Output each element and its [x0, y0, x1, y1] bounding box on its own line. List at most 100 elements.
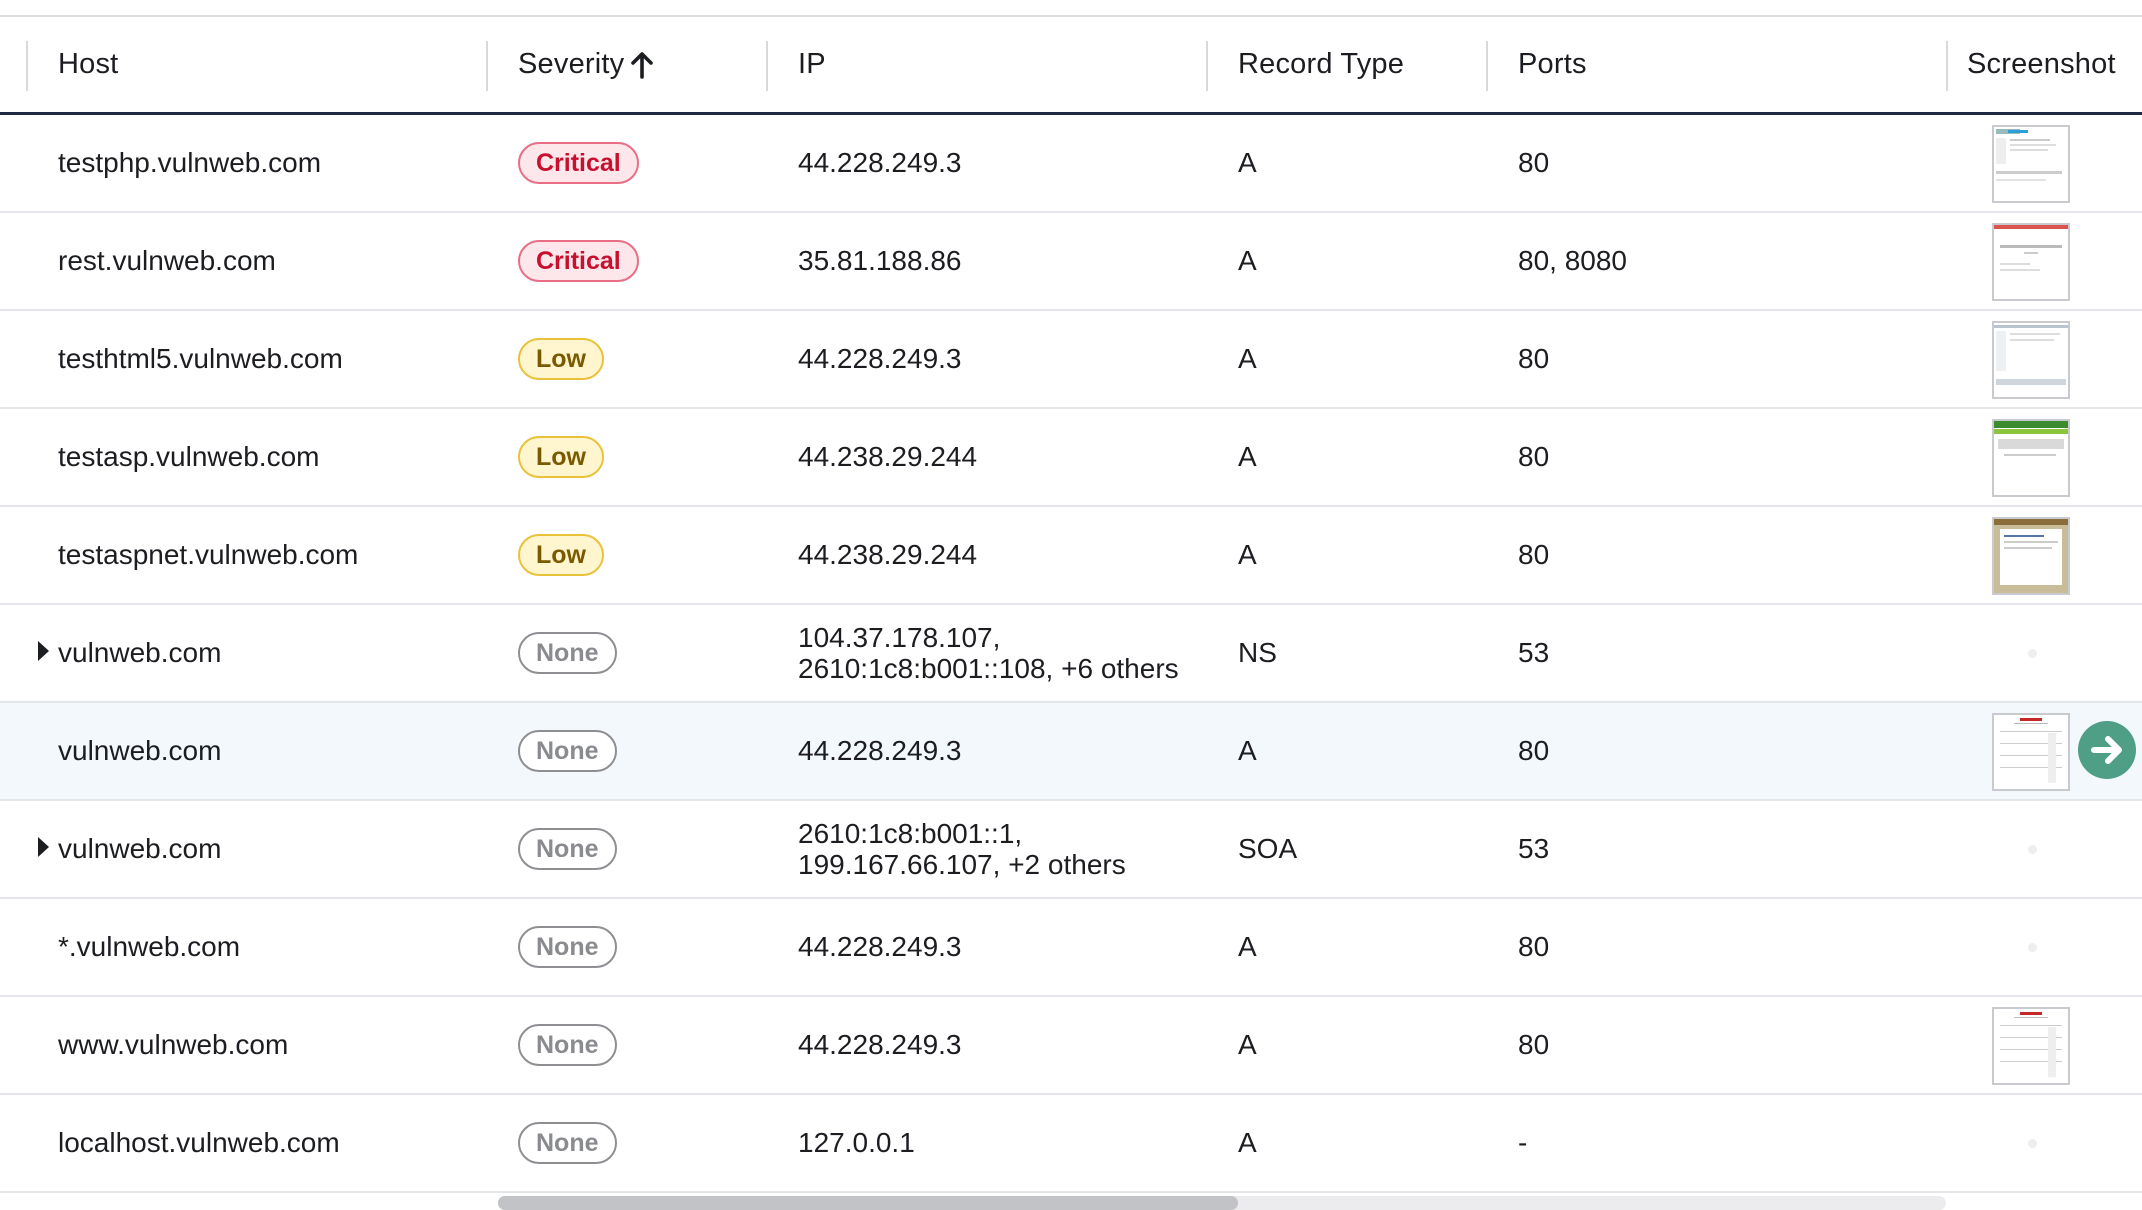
screenshot-thumbnail[interactable] — [1992, 517, 2070, 595]
table-row[interactable]: vulnweb.com None 104.37.178.107, 2610:1c… — [0, 605, 2142, 703]
ip-cell: 35.81.188.86 — [798, 245, 962, 276]
ip-cell: 44.238.29.244 — [798, 539, 978, 570]
column-header-label: Host — [58, 48, 119, 80]
table-row[interactable]: www.vulnweb.com None 44.228.249.3 A 80 — [0, 997, 2142, 1095]
ports-cell: 80, 8080 — [1518, 245, 1627, 276]
host-cell[interactable]: testhtml5.vulnweb.com — [58, 311, 343, 407]
host-cell[interactable]: localhost.vulnweb.com — [58, 1095, 340, 1191]
ip-line: 199.167.66.107, +2 others — [798, 849, 1126, 880]
table-header: Host Severity IP Record Type Ports Scree… — [0, 17, 2142, 115]
severity-cell: None — [518, 1095, 617, 1191]
ports-cell: 80 — [1518, 539, 1550, 570]
column-header-label: Screenshot — [1967, 48, 2116, 80]
expand-row-icon[interactable] — [38, 837, 49, 857]
table-row[interactable]: rest.vulnweb.com Critical 35.81.188.86 A… — [0, 213, 2142, 311]
column-separator[interactable] — [1206, 41, 1208, 91]
severity-cell: None — [518, 997, 617, 1093]
table-row[interactable]: testhtml5.vulnweb.com Low 44.228.249.3 A… — [0, 311, 2142, 409]
ip-cell: 44.228.249.3 — [798, 343, 962, 374]
screenshot-thumbnail[interactable] — [1992, 419, 2070, 497]
arrow-right-circle-icon[interactable] — [2078, 721, 2136, 779]
ip-line: 2610:1c8:b001::108, +6 others — [798, 653, 1179, 684]
column-header-ip[interactable]: IP — [798, 17, 826, 112]
column-separator[interactable] — [1946, 41, 1948, 91]
column-header-screenshot[interactable]: Screenshot — [1967, 17, 2116, 112]
ports-cell: 53 — [1518, 637, 1550, 668]
host-cell[interactable]: vulnweb.com — [58, 605, 221, 701]
severity-badge: None — [518, 1024, 617, 1066]
record-type-cell: A — [1238, 147, 1257, 178]
column-separator[interactable] — [1486, 41, 1488, 91]
column-separator[interactable] — [486, 41, 488, 91]
column-header-label: Record Type — [1238, 48, 1405, 80]
horizontal-scrollbar-thumb[interactable] — [498, 1196, 1238, 1210]
ip-cell: 44.238.29.244 — [798, 441, 978, 472]
ports-cell: 53 — [1518, 833, 1550, 864]
ip-cell: 44.228.249.3 — [798, 735, 962, 766]
ports-cell: 80 — [1518, 1029, 1550, 1060]
record-type-cell: A — [1238, 931, 1257, 962]
severity-cell: None — [518, 899, 617, 995]
column-header-label: Severity — [518, 48, 625, 80]
column-header-severity[interactable]: Severity — [518, 17, 654, 112]
record-type-cell: SOA — [1238, 833, 1298, 864]
column-header-host[interactable]: Host — [58, 17, 118, 112]
severity-badge: None — [518, 926, 617, 968]
severity-cell: Low — [518, 311, 604, 407]
host-cell[interactable]: vulnweb.com — [58, 703, 221, 799]
host-cell[interactable]: rest.vulnweb.com — [58, 213, 276, 309]
screenshot-thumbnail[interactable] — [1992, 321, 2070, 399]
record-type-cell: A — [1238, 343, 1257, 374]
host-cell[interactable]: testaspnet.vulnweb.com — [58, 507, 358, 603]
ip-cell: 44.228.249.3 — [798, 1029, 962, 1060]
table-row[interactable]: vulnweb.com None 44.228.249.3 A 80 — [0, 703, 2142, 801]
screenshot-thumbnail[interactable] — [1992, 713, 2070, 791]
ip-line: 2610:1c8:b001::1, — [798, 818, 1023, 849]
column-separator[interactable] — [766, 41, 768, 91]
host-cell[interactable]: www.vulnweb.com — [58, 997, 288, 1093]
record-type-cell: A — [1238, 441, 1257, 472]
ip-line: 104.37.178.107, — [798, 622, 1001, 653]
expand-row-icon[interactable] — [38, 641, 49, 661]
severity-badge: None — [518, 632, 617, 674]
column-header-label: Ports — [1518, 48, 1587, 80]
ports-cell: 80 — [1518, 735, 1550, 766]
ports-cell: 80 — [1518, 343, 1550, 374]
record-type-cell: A — [1238, 1127, 1257, 1158]
column-header-ports[interactable]: Ports — [1518, 17, 1587, 112]
no-screenshot-indicator — [2028, 845, 2037, 854]
severity-badge: Critical — [518, 240, 639, 282]
ip-cell: 104.37.178.107, 2610:1c8:b001::108, +6 o… — [798, 605, 1179, 701]
no-screenshot-indicator — [2028, 649, 2037, 658]
column-header-label: IP — [798, 48, 826, 80]
table-row[interactable]: testphp.vulnweb.com Critical 44.228.249.… — [0, 115, 2142, 213]
severity-cell: Critical — [518, 213, 639, 309]
table-row[interactable]: *.vulnweb.com None 44.228.249.3 A 80 — [0, 899, 2142, 997]
column-header-record-type[interactable]: Record Type — [1238, 17, 1404, 112]
host-cell[interactable]: vulnweb.com — [58, 801, 221, 897]
ip-cell: 2610:1c8:b001::1, 199.167.66.107, +2 oth… — [798, 801, 1126, 897]
ports-cell: 80 — [1518, 931, 1550, 962]
severity-badge: Low — [518, 534, 604, 576]
screenshot-thumbnail[interactable] — [1992, 223, 2070, 301]
severity-badge: Critical — [518, 142, 639, 184]
severity-cell: Low — [518, 409, 604, 505]
host-cell[interactable]: testasp.vulnweb.com — [58, 409, 319, 505]
severity-cell: Low — [518, 507, 604, 603]
host-cell[interactable]: testphp.vulnweb.com — [58, 115, 321, 211]
record-type-cell: A — [1238, 1029, 1257, 1060]
severity-badge: None — [518, 828, 617, 870]
severity-badge: None — [518, 1122, 617, 1164]
column-separator[interactable] — [26, 41, 28, 91]
severity-cell: Critical — [518, 115, 639, 211]
table-row[interactable]: testaspnet.vulnweb.com Low 44.238.29.244… — [0, 507, 2142, 605]
screenshot-thumbnail[interactable] — [1992, 1007, 2070, 1085]
table-row[interactable]: vulnweb.com None 2610:1c8:b001::1, 199.1… — [0, 801, 2142, 899]
screenshot-thumbnail[interactable] — [1992, 125, 2070, 203]
host-cell[interactable]: *.vulnweb.com — [58, 899, 240, 995]
table-row[interactable]: testasp.vulnweb.com Low 44.238.29.244 A … — [0, 409, 2142, 507]
table-row[interactable]: localhost.vulnweb.com None 127.0.0.1 A - — [0, 1095, 2142, 1193]
severity-cell: None — [518, 703, 617, 799]
record-type-cell: A — [1238, 245, 1257, 276]
arrow-up-icon[interactable] — [630, 51, 654, 79]
